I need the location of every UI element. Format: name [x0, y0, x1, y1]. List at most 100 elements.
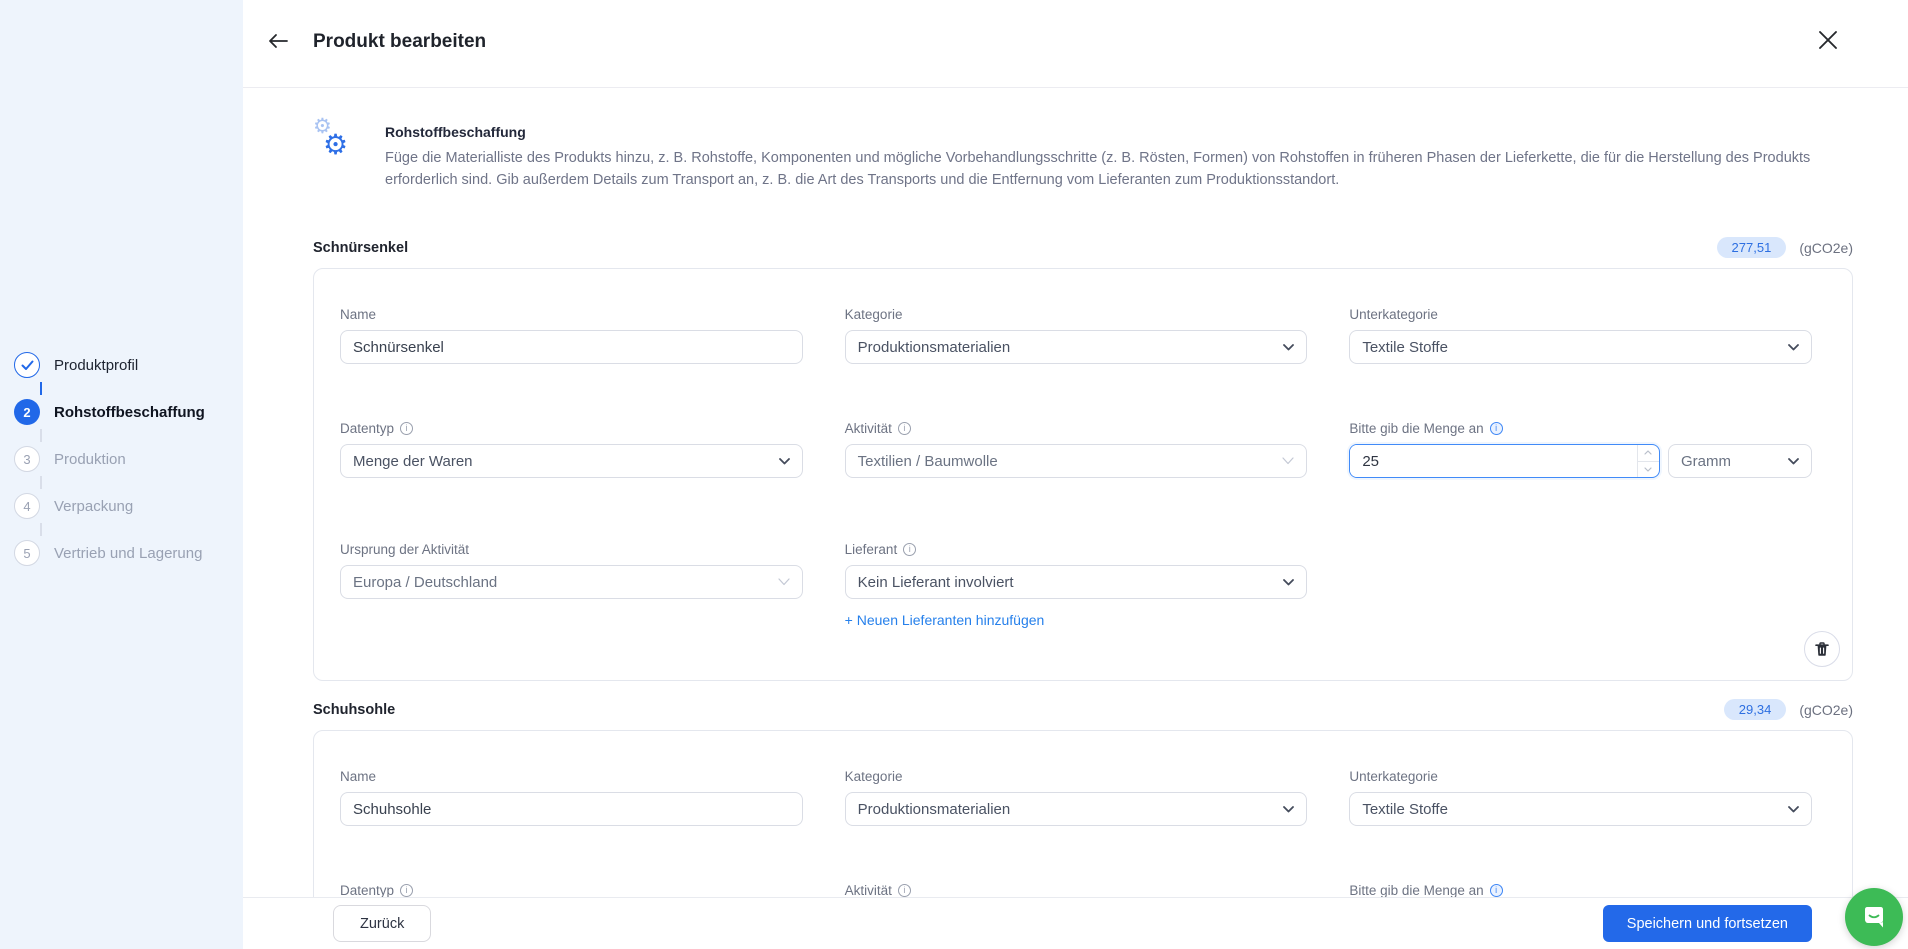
chevron-down-icon — [778, 578, 790, 586]
ursprung-label: Ursprung der Aktivität — [340, 542, 470, 557]
datentyp-label: Datentyp — [340, 421, 395, 436]
unterkategorie-select[interactable]: Textile Stoffe — [1349, 330, 1812, 364]
aktivitaet-label: Aktivität — [844, 883, 892, 897]
section-intro: ⚙ ⚙ Rohstoffbeschaffung Füge die Materia… — [313, 115, 1853, 191]
unterkategorie-label: Unterkategorie — [1349, 769, 1438, 784]
step-number: 2 — [14, 399, 40, 425]
step-connector — [40, 476, 42, 489]
step-connector — [40, 523, 42, 536]
chevron-down-icon — [1283, 343, 1295, 350]
modal-header: Produkt bearbeiten — [243, 0, 1908, 88]
chevron-down-icon — [1788, 343, 1799, 350]
info-icon[interactable]: i — [903, 543, 917, 556]
step-produktprofil[interactable]: Produktprofil — [14, 352, 205, 378]
step-number: 5 — [14, 540, 40, 566]
intro-description: Füge die Materialliste des Produkts hinz… — [385, 150, 1811, 188]
chevron-down-icon — [778, 457, 790, 464]
close-icon — [1819, 31, 1837, 49]
lieferant-label: Lieferant — [844, 542, 898, 557]
info-icon[interactable]: i — [400, 884, 414, 897]
aktivitaet-select[interactable]: Textilien / Baumwolle — [844, 444, 1308, 478]
kategorie-label: Kategorie — [844, 769, 903, 784]
info-icon[interactable]: i — [1489, 422, 1503, 435]
chevron-down-icon — [1283, 805, 1295, 812]
info-icon[interactable]: i — [400, 422, 414, 435]
save-and-continue-button[interactable]: Speichern und fortsetzen — [1602, 905, 1812, 942]
number-spinner — [1636, 445, 1659, 478]
step-done-check-icon — [14, 352, 40, 378]
menge-number-field — [1349, 444, 1660, 478]
delete-material-button[interactable] — [1804, 631, 1840, 667]
material-title: Schnürsenkel — [313, 239, 409, 256]
einheit-select[interactable]: Gramm — [1667, 444, 1812, 478]
info-icon[interactable]: i — [897, 884, 911, 897]
co2-badge: 29,34 — [1723, 699, 1787, 720]
kategorie-select[interactable]: Produktionsmaterialien — [844, 792, 1308, 826]
step-verpackung[interactable]: 4 Verpackung — [14, 493, 205, 519]
material-card: Name Kategorie Produktionsmaterialien Un… — [313, 730, 1853, 897]
wizard-stepper: Produktprofil 2 Rohstoffbeschaffung 3 Pr… — [14, 352, 205, 566]
step-label: Rohstoffbeschaffung — [54, 403, 205, 421]
back-arrow-button[interactable] — [261, 28, 295, 54]
back-button[interactable]: Zurück — [333, 905, 432, 942]
close-button[interactable] — [1814, 26, 1842, 54]
menge-label: Bitte gib die Menge an — [1349, 421, 1484, 436]
datentyp-label: Datentyp — [340, 883, 395, 897]
spinner-down-button[interactable] — [1637, 460, 1659, 478]
chevron-down-icon — [1283, 578, 1295, 585]
form-scroll-area[interactable]: ⚙ ⚙ Rohstoffbeschaffung Füge die Materia… — [243, 88, 1908, 897]
co2-badge: 277,51 — [1716, 237, 1787, 258]
unterkategorie-label: Unterkategorie — [1349, 307, 1438, 322]
step-produktion[interactable]: 3 Produktion — [14, 446, 205, 472]
step-number: 4 — [14, 493, 40, 519]
kategorie-select[interactable]: Produktionsmaterialien — [844, 330, 1308, 364]
intro-title: Rohstoffbeschaffung — [385, 124, 526, 140]
chat-bubble-icon — [1865, 907, 1883, 928]
name-label: Name — [340, 307, 377, 322]
step-rohstoffbeschaffung[interactable]: 2 Rohstoffbeschaffung — [14, 399, 205, 425]
step-connector — [40, 429, 42, 442]
chevron-down-icon — [1788, 457, 1799, 464]
step-label: Produktprofil — [54, 356, 139, 374]
ursprung-select[interactable]: Europa / Deutschland — [340, 565, 803, 599]
spinner-up-button[interactable] — [1638, 445, 1659, 461]
step-number: 3 — [14, 446, 40, 472]
unterkategorie-select[interactable]: Textile Stoffe — [1349, 792, 1812, 826]
main-panel: Produkt bearbeiten ⚙ ⚙ Rohstoffbeschaffu… — [243, 0, 1908, 949]
info-icon[interactable]: i — [897, 422, 911, 435]
chevron-down-icon — [1788, 805, 1799, 812]
modal-footer: Zurück Speichern und fortsetzen — [243, 897, 1908, 949]
step-label: Verpackung — [54, 497, 134, 515]
gears-icon: ⚙ ⚙ — [313, 115, 349, 160]
step-vertrieb-und-lagerung[interactable]: 5 Vertrieb und Lagerung — [14, 540, 205, 566]
material-section-header: Schuhsohle 29,34 (gCO2e) — [313, 699, 1853, 720]
chevron-down-icon — [1644, 467, 1653, 472]
wizard-sidebar: Produktprofil 2 Rohstoffbeschaffung 3 Pr… — [0, 0, 243, 949]
add-lieferant-link[interactable]: + Neuen Lieferanten hinzufügen — [845, 612, 1045, 628]
name-input[interactable] — [340, 792, 803, 826]
name-label: Name — [340, 769, 377, 784]
trash-icon — [1815, 641, 1829, 656]
aktivitaet-label: Aktivität — [844, 421, 892, 436]
step-label: Produktion — [54, 450, 126, 468]
chat-launcher-button[interactable] — [1845, 888, 1903, 946]
chevron-up-icon — [1644, 450, 1653, 455]
name-input[interactable] — [340, 330, 803, 364]
menge-label: Bitte gib die Menge an — [1349, 883, 1484, 897]
datentyp-select[interactable]: Menge der Waren — [340, 444, 803, 478]
material-title: Schuhsohle — [313, 701, 396, 718]
chevron-down-icon — [1282, 457, 1294, 465]
back-arrow-icon — [269, 34, 288, 48]
step-connector — [40, 382, 42, 395]
info-icon[interactable]: i — [1489, 884, 1503, 897]
step-label: Vertrieb und Lagerung — [54, 544, 203, 562]
kategorie-label: Kategorie — [844, 307, 903, 322]
co2-unit: (gCO2e) — [1799, 239, 1853, 256]
material-card: Name Kategorie Produktionsmaterialien Un… — [313, 268, 1853, 681]
page-title: Produkt bearbeiten — [313, 31, 487, 52]
co2-unit: (gCO2e) — [1799, 701, 1853, 718]
material-section-header: Schnürsenkel 277,51 (gCO2e) — [313, 237, 1853, 258]
product-edit-modal: Produktprofil 2 Rohstoffbeschaffung 3 Pr… — [0, 0, 1908, 949]
menge-input[interactable] — [1350, 445, 1637, 477]
lieferant-select[interactable]: Kein Lieferant involviert — [844, 565, 1308, 599]
